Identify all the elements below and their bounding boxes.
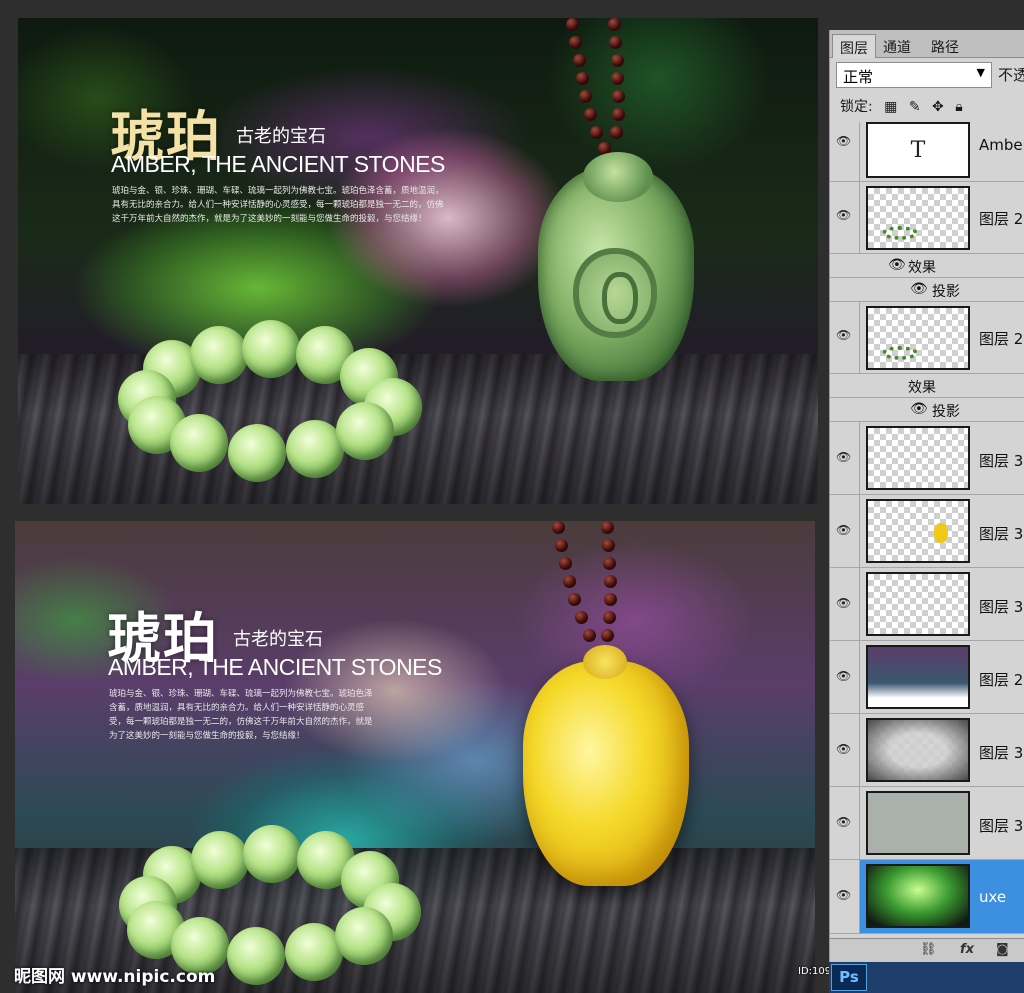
- panel-tabs: 图层 通道 路径: [830, 30, 1024, 58]
- banner-subtitle-cn: 古老的宝石: [233, 629, 323, 650]
- fx-icon[interactable]: fx: [960, 942, 974, 957]
- eye-icon[interactable]: 👁︎: [888, 257, 906, 273]
- blend-mode-select[interactable]: 正常 ▼: [836, 62, 992, 88]
- eye-icon[interactable]: 👁︎: [836, 134, 854, 148]
- layer-thumbnail: [866, 499, 970, 563]
- blend-mode-value: 正常: [843, 68, 874, 86]
- effects-row[interactable]: 👁︎ 效果: [830, 254, 1024, 278]
- workspace: 琥珀 古老的宝石 AMBER, THE ANCIENT STONES 琥珀与金、…: [0, 0, 1024, 993]
- eye-icon[interactable]: 👁︎: [836, 450, 854, 464]
- effects-label: 效果: [908, 380, 936, 396]
- eye-icon[interactable]: 👁︎: [836, 669, 854, 683]
- layer-row[interactable]: 👁︎ 图层 24: [830, 182, 1024, 254]
- layer-name: 图层 24: [979, 330, 1024, 348]
- shadow-row[interactable]: 👁︎ 投影: [830, 398, 1024, 422]
- tab-layers[interactable]: 图层: [832, 34, 876, 58]
- layer-row[interactable]: 👁︎ 图层 33: [830, 422, 1024, 495]
- layer-name: 图层 27: [979, 671, 1024, 689]
- tab-channels[interactable]: 通道: [876, 34, 918, 58]
- tab-paths[interactable]: 路径: [924, 34, 966, 58]
- banner-title-en: AMBER, THE ANCIENT STONES: [111, 151, 445, 177]
- lock-brush-icon[interactable]: ✎: [909, 99, 921, 115]
- layer-name: 图层 31: [979, 525, 1024, 543]
- layer-thumbnail: T: [866, 122, 970, 178]
- banner-bottom: 琥珀 古老的宝石 AMBER, THE ANCIENT STONES 琥珀与金、…: [15, 521, 815, 993]
- chevron-down-icon: ▼: [976, 66, 985, 79]
- eye-icon[interactable]: 👁︎: [910, 401, 928, 417]
- layer-row[interactable]: 👁︎ 图层 30: [830, 714, 1024, 787]
- shadow-row[interactable]: 👁︎ 投影: [830, 278, 1024, 302]
- eye-icon[interactable]: 👁︎: [836, 523, 854, 537]
- lock-label: 锁定:: [840, 99, 873, 115]
- opacity-label: 不透: [998, 66, 1024, 84]
- layer-thumbnail: [866, 791, 970, 855]
- layer-thumbnail: [866, 306, 970, 370]
- eye-icon[interactable]: 👁︎: [836, 208, 854, 222]
- lock-transparency-icon[interactable]: ▦: [884, 99, 897, 115]
- banner-paragraph: 琥珀与金、银、珍珠、珊瑚、车磲、琉璃一起列为佛教七宝。琥珀色泽含蓄，质地温润，具…: [109, 689, 373, 741]
- mask-icon[interactable]: ◙: [996, 942, 1009, 957]
- layer-name: 图层 30: [979, 744, 1024, 762]
- banner-subtitle-cn: 古老的宝石: [236, 126, 326, 147]
- layer-name: 图层 33: [979, 452, 1024, 470]
- banner-top: 琥珀 古老的宝石 AMBER, THE ANCIENT STONES 琥珀与金、…: [18, 18, 818, 504]
- shadow-label: 投影: [932, 284, 960, 300]
- layer-thumbnail: [866, 186, 970, 250]
- layers-panel: 图层 通道 路径 正常 ▼ 不透 锁定: ▦ ✎ ✥ 🔒︎ 👁︎ T Amber…: [829, 30, 1024, 993]
- watermark-site: 昵图网 www.nipic.com: [14, 967, 216, 987]
- layer-thumbnail: [866, 572, 970, 636]
- eye-icon[interactable]: 👁︎: [836, 328, 854, 342]
- layer-name: 图层 24: [979, 210, 1024, 228]
- eye-icon[interactable]: 👁︎: [910, 281, 928, 297]
- photoshop-taskbar-button[interactable]: Ps: [831, 964, 867, 991]
- eye-icon[interactable]: 👁︎: [836, 888, 854, 902]
- lock-row: 锁定: ▦ ✎ ✥ 🔒︎: [840, 96, 970, 116]
- layer-row[interactable]: 👁︎ T Amber,: [830, 122, 1024, 182]
- layer-row[interactable]: 👁︎ 图层 27: [830, 641, 1024, 714]
- eye-icon[interactable]: 👁︎: [836, 742, 854, 756]
- eye-icon[interactable]: 👁︎: [836, 596, 854, 610]
- layer-name: 图层 3: [979, 817, 1024, 835]
- eye-icon[interactable]: 👁︎: [836, 815, 854, 829]
- layer-row[interactable]: 👁︎ 图层 32: [830, 568, 1024, 641]
- layer-thumbnail: [866, 718, 970, 782]
- layer-row[interactable]: 👁︎ 图层 3: [830, 787, 1024, 860]
- layer-name: Amber,: [979, 136, 1024, 154]
- taskbar: Ps: [829, 962, 1024, 993]
- layer-thumbnail: [866, 864, 970, 928]
- layer-row[interactable]: 👁︎ 图层 24: [830, 302, 1024, 374]
- panel-bottom-bar: ⛓ fx ◙: [830, 938, 1024, 962]
- layer-thumbnail: [866, 426, 970, 490]
- lock-move-icon[interactable]: ✥: [932, 99, 944, 115]
- layer-name: uxe: [979, 888, 1007, 906]
- effects-label: 效果: [908, 260, 936, 276]
- yellow-amber-pendant: [523, 645, 689, 886]
- shadow-label: 投影: [932, 404, 960, 420]
- banner-title-en: AMBER, THE ANCIENT STONES: [108, 654, 442, 680]
- lock-all-icon[interactable]: 🔒︎: [955, 99, 962, 115]
- banner-paragraph: 琥珀与金、银、珍珠、珊瑚、车磲、琉璃一起列为佛教七宝。琥珀色泽含蓄，质地温润，具…: [112, 186, 444, 224]
- layer-thumbnail: [866, 645, 970, 709]
- layer-name: 图层 32: [979, 598, 1024, 616]
- link-icon[interactable]: ⛓: [920, 942, 937, 957]
- layer-row[interactable]: 👁︎ 图层 31: [830, 495, 1024, 568]
- layer-row-selected[interactable]: 👁︎ uxe: [830, 860, 1024, 934]
- effects-row[interactable]: 效果: [830, 374, 1024, 398]
- green-amber-pendant: [538, 152, 694, 381]
